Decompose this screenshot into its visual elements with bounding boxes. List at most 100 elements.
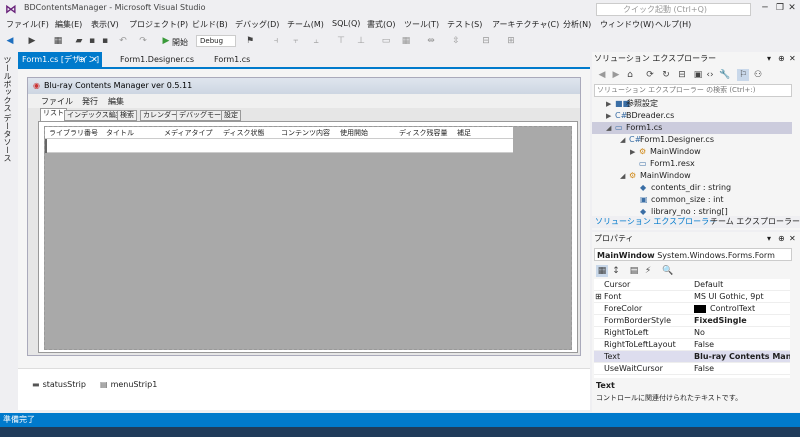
data-grid[interactable]: ライブラリ番号 タイトル メディアタイプ ディスク状態 コンテンツ内容 使用開始… — [44, 126, 572, 350]
configuration-select[interactable]: Debug — [196, 35, 236, 47]
tray-menu-strip[interactable]: ▤ menuStrip1 — [100, 380, 157, 389]
column-header[interactable]: ディスク状態 — [223, 128, 265, 138]
undo-icon[interactable]: ↶ — [117, 35, 129, 47]
form-tab-settings[interactable]: 設定 — [221, 110, 241, 121]
property-row[interactable]: RightToLeftLayout False — [594, 339, 790, 351]
tree-item-mainwindow[interactable]: ◢ ⚙ MainWindow — [620, 170, 691, 182]
grid-icon[interactable]: ▦ — [400, 35, 412, 47]
new-project-icon[interactable]: ▦ — [52, 35, 64, 47]
table-row[interactable] — [45, 139, 513, 153]
start-label[interactable]: 開始 — [172, 37, 188, 48]
forward-icon[interactable]: ▶ — [610, 69, 622, 81]
tree-item-form1-resx[interactable]: ▭ Form1.resx — [630, 158, 695, 170]
close-button[interactable]: ✕ — [783, 2, 800, 15]
form-tab-search[interactable]: 検索 — [117, 110, 137, 121]
tab-form1-cs[interactable]: Form1.cs — [210, 52, 254, 67]
form-tab-list[interactable]: リスト — [40, 108, 67, 121]
open-file-icon[interactable]: ▰ — [73, 35, 85, 47]
tree-item-common-size[interactable]: ▣ common_size : int — [640, 194, 724, 206]
menu-view[interactable]: 表示(V) — [91, 19, 119, 30]
form-menu-file[interactable]: ファイル — [41, 96, 73, 107]
align-center-icon[interactable]: ⫟ — [290, 35, 302, 47]
properties-view-icon[interactable]: ▤ — [628, 265, 640, 277]
form-menu-publish[interactable]: 発行 — [82, 96, 98, 107]
menu-project[interactable]: プロジェクト(P) — [129, 19, 188, 30]
form-tab-calendar[interactable]: カレンダー — [140, 110, 181, 121]
column-header[interactable]: 使用開始 — [340, 128, 368, 138]
data-sources-tab[interactable]: データソース — [2, 114, 13, 162]
menu-format[interactable]: 書式(O) — [367, 19, 396, 30]
solution-search-input[interactable]: ソリューション エクスプローラー の検索 (Ctrl+:) — [594, 84, 792, 97]
back-icon[interactable]: ◀ — [4, 35, 16, 47]
redo-icon[interactable]: ↷ — [137, 35, 149, 47]
categorized-icon[interactable]: ▦ — [596, 265, 608, 277]
tab-form1-design[interactable]: Form1.cs [デザイン] ⊕ ✕ — [18, 52, 102, 67]
property-row[interactable]: UseWaitCursor False — [594, 363, 790, 375]
close-panel-icon[interactable]: ✕ — [789, 54, 796, 63]
close-panel-icon[interactable]: ✕ — [789, 234, 796, 243]
toolbox-tab[interactable]: ツールボックス — [2, 56, 13, 112]
tree-item-bdreader[interactable]: ▶ C#BDreader.cs — [606, 110, 674, 122]
pin-panel-icon[interactable]: ⊕ — [778, 54, 785, 63]
quick-launch-input[interactable]: クイック起動 (Ctrl+Q) — [596, 3, 751, 16]
tab-form1-designer[interactable]: Form1.Designer.cs — [116, 52, 198, 67]
menu-help[interactable]: ヘルプ(H) — [655, 19, 691, 30]
property-row[interactable]: ⊞ Font MS UI Gothic, 9pt — [594, 291, 790, 303]
align-top-icon[interactable]: ⊤ — [335, 35, 347, 47]
center-horizontal-icon[interactable]: ⊟ — [480, 35, 492, 47]
form-preview[interactable]: ◉ Blu-ray Contents Manager ver 0.5.11 ファ… — [27, 77, 581, 356]
save-all-icon[interactable]: ▪ — [99, 35, 111, 47]
column-header[interactable]: ディスク残容量 — [399, 128, 448, 138]
object-selector[interactable]: MainWindow System.Windows.Forms.Form — [594, 248, 792, 261]
close-tab-icon[interactable]: ✕ — [91, 52, 98, 67]
tree-item-mainwindow-class[interactable]: ▶ ⚙ MainWindow — [630, 146, 701, 158]
menu-build[interactable]: ビルド(B) — [192, 19, 228, 30]
menu-debug[interactable]: デバッグ(D) — [235, 19, 279, 30]
tree-item-form1[interactable]: ◢ ▭ Form1.cs — [592, 122, 792, 134]
tree-item-references[interactable]: ▶ ■■参照設定 — [606, 98, 658, 110]
spacing-icon[interactable]: ⇹ — [425, 35, 437, 47]
menu-test[interactable]: テスト(S) — [447, 19, 482, 30]
sync-icon[interactable]: ⟳ — [644, 69, 656, 81]
panel-menu-icon[interactable]: ▾ — [767, 234, 771, 243]
menu-file[interactable]: ファイル(F) — [6, 19, 49, 30]
refresh-icon[interactable]: ↻ — [660, 69, 672, 81]
tree-item-contents-dir[interactable]: ◆ contents_dir : string — [640, 182, 731, 194]
menu-window[interactable]: ウィンドウ(W) — [600, 19, 654, 30]
align-left-icon[interactable]: ⫞ — [270, 35, 282, 47]
pin-icon[interactable]: ⊕ — [78, 52, 85, 67]
form-menu-edit[interactable]: 編集 — [108, 96, 124, 107]
tree-item-form1-designer[interactable]: ◢ C#Form1.Designer.cs — [620, 134, 714, 146]
expand-icon[interactable]: ⊞ — [595, 291, 602, 303]
property-row[interactable]: TextBlu-ray Contents Manage — [594, 351, 790, 363]
save-icon[interactable]: ▪ — [86, 35, 98, 47]
home-icon[interactable]: ⌂ — [624, 69, 636, 81]
same-size-icon[interactable]: ▭ — [380, 35, 392, 47]
property-row[interactable]: Cursor Default — [594, 279, 790, 291]
column-header[interactable]: ライブラリ番号 — [49, 128, 98, 138]
property-row[interactable]: RightToLeft No — [594, 327, 790, 339]
panel-menu-icon[interactable]: ▾ — [767, 54, 771, 63]
class-view-icon[interactable]: ⚇ — [752, 69, 764, 81]
property-pages-icon[interactable]: 🔍 — [662, 265, 674, 277]
menu-team[interactable]: チーム(M) — [287, 19, 324, 30]
align-middle-icon[interactable]: ⊥ — [355, 35, 367, 47]
menu-edit[interactable]: 編集(E) — [55, 19, 82, 30]
forward-icon[interactable]: ▶ — [26, 35, 38, 47]
menu-analyze[interactable]: 分析(N) — [563, 19, 591, 30]
menu-architecture[interactable]: アーキテクチャ(C) — [492, 19, 559, 30]
menu-tools[interactable]: ツール(T) — [404, 19, 439, 30]
collapse-all-icon[interactable]: ⊟ — [676, 69, 688, 81]
column-header[interactable]: 補足 — [457, 128, 471, 138]
tab-solution-explorer[interactable]: ソリューション エクスプローラー — [595, 216, 717, 228]
vertical-spacing-icon[interactable]: ⇳ — [450, 35, 462, 47]
align-right-icon[interactable]: ⫠ — [310, 35, 322, 47]
properties-icon[interactable]: 🔧 — [719, 69, 731, 81]
back-icon[interactable]: ◀ — [596, 69, 608, 81]
attach-icon[interactable]: ⚑ — [244, 35, 256, 47]
column-header[interactable]: メディアタイプ — [164, 128, 213, 138]
menu-sql[interactable]: SQL(Q) — [332, 19, 360, 28]
events-icon[interactable]: ⚡ — [642, 265, 654, 277]
property-row[interactable]: FormBorderStyle FixedSingle — [594, 315, 790, 327]
tab-team-explorer[interactable]: チーム エクスプローラー — [710, 216, 800, 228]
